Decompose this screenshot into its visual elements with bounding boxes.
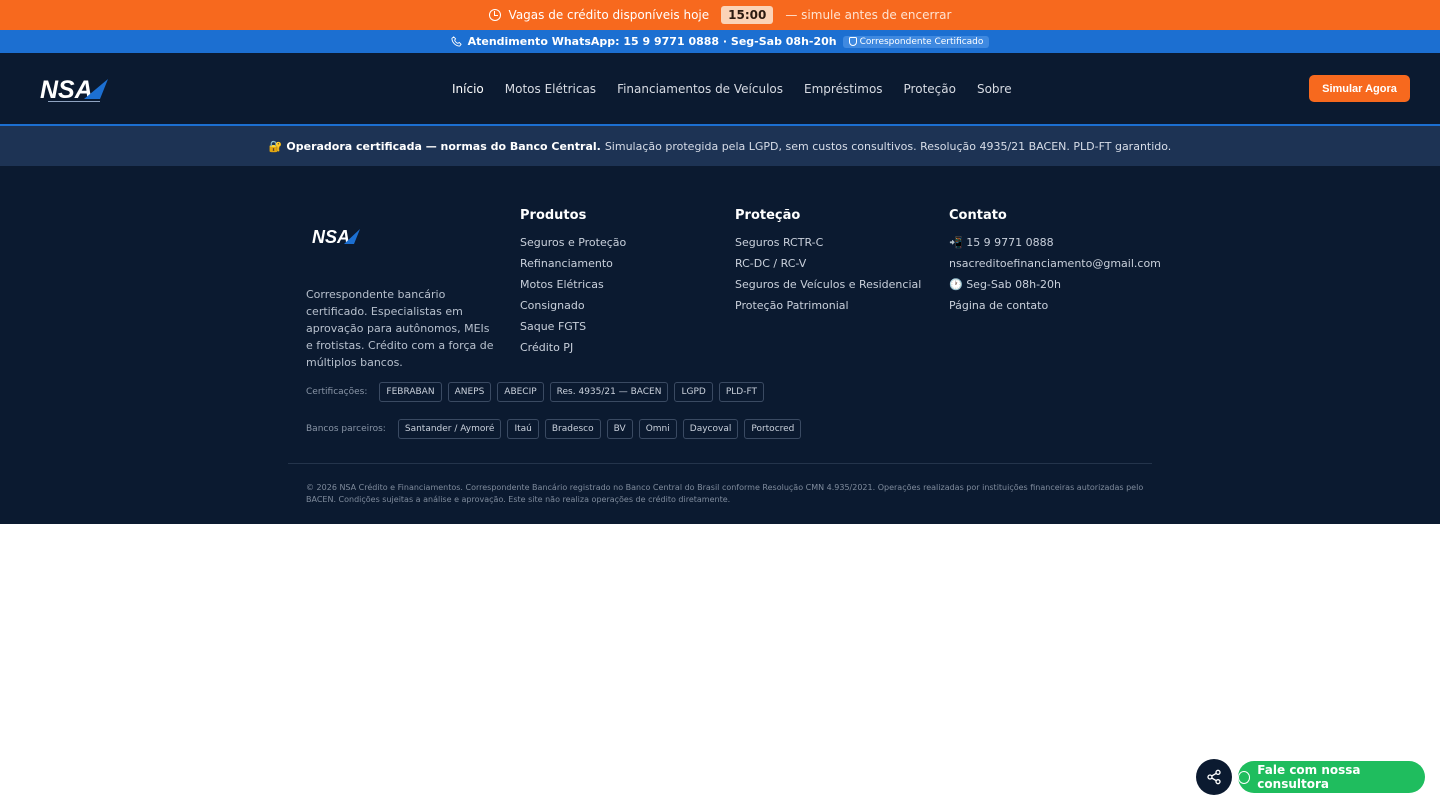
urgency-bar: Vagas de crédito disponíveis hoje 15:00 … — [0, 0, 1440, 30]
nav-sobre[interactable]: Sobre — [977, 82, 1012, 96]
footer-logo: NSA — [312, 227, 360, 247]
nav-emprestimos[interactable]: Empréstimos — [804, 82, 883, 96]
phone-icon — [451, 36, 462, 47]
cert-tag: ABECIP — [497, 382, 544, 402]
footer-link[interactable]: Refinanciamento — [520, 257, 626, 278]
whatsapp-info-text: Atendimento WhatsApp: 15 9 9771 0888 · S… — [467, 35, 837, 48]
whatsapp-info-bar: Atendimento WhatsApp: 15 9 9771 0888 · S… — [0, 30, 1440, 53]
countdown-timer: 15:00 — [721, 6, 774, 24]
share-button[interactable] — [1196, 759, 1232, 795]
footer-description: Correspondente bancário certificado. Esp… — [306, 288, 494, 369]
footer-col-title: Contato — [949, 208, 1007, 223]
site-header: NSA Início Motos Elétricas Financiamento… — [0, 53, 1440, 126]
whatsapp-icon — [1238, 770, 1251, 784]
footer-link[interactable]: Seguros de Veículos e Residencial — [735, 278, 921, 299]
cert-tag: Res. 4935/21 — BACEN — [549, 382, 669, 402]
footer-link[interactable]: Motos Elétricas — [520, 278, 626, 299]
contact-email[interactable]: nsacreditoefinanciamento@gmail.com — [949, 257, 1161, 278]
bank-tag: BV — [606, 419, 633, 439]
nav-protecao[interactable]: Proteção — [904, 82, 956, 96]
footer-col-protecao: Proteção Seguros RCTR-C RC-DC / RC-V Seg… — [735, 208, 921, 320]
certification-text: Simulação protegida pela LGPD, sem custo… — [604, 139, 1172, 153]
footer-col-contato: Contato 📲 15 9 9771 0888 nsacreditoefina… — [949, 208, 1161, 320]
nav-inicio[interactable]: Início — [452, 82, 484, 96]
site-footer: NSA Correspondente bancário certificado.… — [0, 166, 1440, 524]
bank-tag: Omni — [638, 419, 677, 439]
logo-text: NSA — [40, 76, 93, 104]
certification-bar: 🔐 Operadora certificada — normas do Banc… — [0, 126, 1440, 166]
clock-icon — [488, 9, 501, 21]
footer-divider — [288, 463, 1152, 464]
nsa-logo[interactable]: NSA — [40, 75, 110, 105]
footer-link[interactable]: Saque FGTS — [520, 320, 626, 341]
nav-financiamentos[interactable]: Financiamentos de Veículos — [617, 82, 783, 96]
bank-tag: Portocred — [744, 419, 802, 439]
contact-page-link[interactable]: Página de contato — [949, 299, 1161, 320]
footer-link[interactable]: Crédito PJ — [520, 341, 626, 362]
cert-tag: LGPD — [674, 382, 713, 402]
footer-link[interactable]: Consignado — [520, 299, 626, 320]
main-nav: Início Motos Elétricas Financiamentos de… — [452, 53, 1012, 124]
certifications-row: Certificações: FEBRABAN ANEPS ABECIP Res… — [306, 382, 764, 402]
certified-badge-text: Correspondente Certificado — [859, 36, 984, 47]
bank-tag: Santander / Aymoré — [397, 419, 502, 439]
contact-hours: 🕐 Seg-Sab 08h-20h — [949, 278, 1062, 291]
footer-col-produtos: Produtos Seguros e Proteção Refinanciame… — [520, 208, 626, 362]
certified-badge: Correspondente Certificado — [842, 35, 990, 48]
lock-icon: 🔐 — [268, 139, 283, 153]
cert-tag: PLD-FT — [718, 382, 764, 402]
share-icon — [1207, 769, 1221, 785]
certification-bold-text: Operadora certificada — normas do Banco … — [286, 139, 601, 153]
footer-link[interactable]: Proteção Patrimonial — [735, 299, 921, 320]
footer-link[interactable]: Seguros RCTR-C — [735, 236, 921, 257]
partner-banks-label: Bancos parceiros: — [306, 424, 386, 434]
cert-tag: FEBRABAN — [379, 382, 442, 402]
footer-col-title: Produtos — [520, 208, 587, 223]
urgency-suffix: — simule antes de encerrar — [785, 8, 952, 22]
footer-link[interactable]: Seguros e Proteção — [520, 236, 626, 257]
bank-tag: Itaú — [507, 419, 539, 439]
whatsapp-chat-label: Fale com nossa consultora — [1257, 763, 1361, 791]
certifications-label: Certificações: — [306, 387, 368, 397]
bank-tag: Bradesco — [544, 419, 601, 439]
partner-banks-row: Bancos parceiros: Santander / Aymoré Ita… — [306, 419, 802, 439]
whatsapp-chat-button[interactable]: Fale com nossa consultora — [1238, 761, 1425, 793]
bank-tag: Daycoval — [682, 419, 739, 439]
footer-col-title: Proteção — [735, 208, 801, 223]
footer-link[interactable]: RC-DC / RC-V — [735, 257, 921, 278]
contact-phone[interactable]: 📲 15 9 9771 0888 — [949, 236, 1161, 257]
nav-motos-eletricas[interactable]: Motos Elétricas — [505, 82, 596, 96]
legal-notice: © 2026 NSA Crédito e Financiamentos. Cor… — [306, 483, 1144, 504]
shield-icon — [848, 37, 857, 46]
simular-agora-button[interactable]: Simular Agora — [1309, 75, 1410, 102]
urgency-text: Vagas de crédito disponíveis hoje — [508, 8, 710, 22]
cert-tag: ANEPS — [447, 382, 492, 402]
